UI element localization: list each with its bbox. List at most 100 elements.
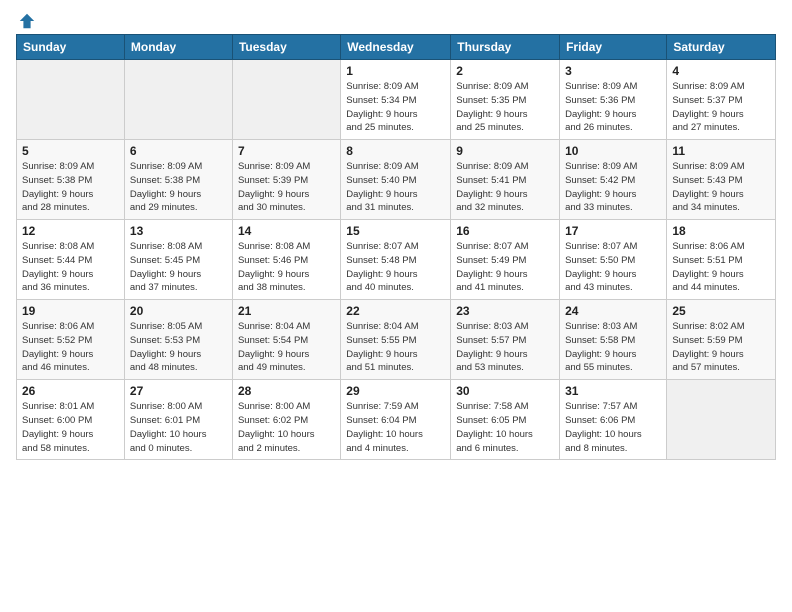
day-number: 5 <box>22 144 119 158</box>
day-info: Sunrise: 8:03 AMSunset: 5:57 PMDaylight:… <box>456 320 554 375</box>
calendar-cell: 23 Sunrise: 8:03 AMSunset: 5:57 PMDayligh… <box>451 300 560 380</box>
day-info: Sunrise: 8:07 AMSunset: 5:48 PMDaylight:… <box>346 240 445 295</box>
day-number: 8 <box>346 144 445 158</box>
day-info: Sunrise: 8:06 AMSunset: 5:51 PMDaylight:… <box>672 240 770 295</box>
calendar-week-row: 1 Sunrise: 8:09 AMSunset: 5:34 PMDaylight… <box>17 60 776 140</box>
day-number: 26 <box>22 384 119 398</box>
calendar-week-row: 26 Sunrise: 8:01 AMSunset: 6:00 PMDayligh… <box>17 380 776 460</box>
day-header: Monday <box>124 35 232 60</box>
day-info: Sunrise: 8:09 AMSunset: 5:41 PMDaylight:… <box>456 160 554 215</box>
day-number: 18 <box>672 224 770 238</box>
day-info: Sunrise: 8:00 AMSunset: 6:01 PMDaylight:… <box>130 400 227 455</box>
calendar-cell: 3 Sunrise: 8:09 AMSunset: 5:36 PMDaylight… <box>560 60 667 140</box>
calendar-cell: 8 Sunrise: 8:09 AMSunset: 5:40 PMDaylight… <box>341 140 451 220</box>
calendar-cell: 4 Sunrise: 8:09 AMSunset: 5:37 PMDaylight… <box>667 60 776 140</box>
calendar-cell: 9Sunrise: 8:09 AMSunset: 5:41 PMDaylight… <box>451 140 560 220</box>
day-info: Sunrise: 8:04 AMSunset: 5:55 PMDaylight:… <box>346 320 445 375</box>
day-info: Sunrise: 8:09 AMSunset: 5:37 PMDaylight:… <box>672 80 770 135</box>
calendar-cell: 19 Sunrise: 8:06 AMSunset: 5:52 PMDayligh… <box>17 300 125 380</box>
day-info: Sunrise: 8:06 AMSunset: 5:52 PMDaylight:… <box>22 320 119 375</box>
calendar-cell: 15Sunrise: 8:07 AMSunset: 5:48 PMDayligh… <box>341 220 451 300</box>
calendar-cell: 26 Sunrise: 8:01 AMSunset: 6:00 PMDayligh… <box>17 380 125 460</box>
calendar-cell: 13 Sunrise: 8:08 AMSunset: 5:45 PMDayligh… <box>124 220 232 300</box>
calendar-cell: 20Sunrise: 8:05 AMSunset: 5:53 PMDayligh… <box>124 300 232 380</box>
calendar-cell: 12 Sunrise: 8:08 AMSunset: 5:44 PMDayligh… <box>17 220 125 300</box>
day-number: 11 <box>672 144 770 158</box>
day-number: 6 <box>130 144 227 158</box>
day-header: Tuesday <box>232 35 340 60</box>
day-number: 14 <box>238 224 335 238</box>
calendar-cell: 21Sunrise: 8:04 AMSunset: 5:54 PMDayligh… <box>232 300 340 380</box>
logo <box>16 12 36 26</box>
day-header: Saturday <box>667 35 776 60</box>
day-header: Friday <box>560 35 667 60</box>
day-number: 22 <box>346 304 445 318</box>
day-info: Sunrise: 8:09 AMSunset: 5:43 PMDaylight:… <box>672 160 770 215</box>
day-number: 24 <box>565 304 661 318</box>
calendar-cell: 22 Sunrise: 8:04 AMSunset: 5:55 PMDayligh… <box>341 300 451 380</box>
day-number: 19 <box>22 304 119 318</box>
day-number: 10 <box>565 144 661 158</box>
header-row: SundayMondayTuesdayWednesdayThursdayFrid… <box>17 35 776 60</box>
calendar-cell: 18 Sunrise: 8:06 AMSunset: 5:51 PMDayligh… <box>667 220 776 300</box>
day-info: Sunrise: 7:58 AMSunset: 6:05 PMDaylight:… <box>456 400 554 455</box>
calendar-week-row: 5 Sunrise: 8:09 AMSunset: 5:38 PMDaylight… <box>17 140 776 220</box>
day-number: 29 <box>346 384 445 398</box>
day-info: Sunrise: 8:09 AMSunset: 5:38 PMDaylight:… <box>130 160 227 215</box>
day-number: 12 <box>22 224 119 238</box>
calendar-cell: 16 Sunrise: 8:07 AMSunset: 5:49 PMDayligh… <box>451 220 560 300</box>
day-number: 4 <box>672 64 770 78</box>
day-number: 3 <box>565 64 661 78</box>
page: SundayMondayTuesdayWednesdayThursdayFrid… <box>0 0 792 612</box>
calendar-cell: 29 Sunrise: 7:59 AMSunset: 6:04 PMDayligh… <box>341 380 451 460</box>
calendar-cell: 25Sunrise: 8:02 AMSunset: 5:59 PMDayligh… <box>667 300 776 380</box>
day-number: 17 <box>565 224 661 238</box>
day-info: Sunrise: 8:08 AMSunset: 5:44 PMDaylight:… <box>22 240 119 295</box>
day-info: Sunrise: 8:08 AMSunset: 5:46 PMDaylight:… <box>238 240 335 295</box>
day-number: 28 <box>238 384 335 398</box>
calendar-cell: 11 Sunrise: 8:09 AMSunset: 5:43 PMDayligh… <box>667 140 776 220</box>
calendar-cell: 24 Sunrise: 8:03 AMSunset: 5:58 PMDayligh… <box>560 300 667 380</box>
day-info: Sunrise: 8:01 AMSunset: 6:00 PMDaylight:… <box>22 400 119 455</box>
day-info: Sunrise: 8:09 AMSunset: 5:34 PMDaylight:… <box>346 80 445 135</box>
calendar-cell: 2Sunrise: 8:09 AMSunset: 5:35 PMDaylight… <box>451 60 560 140</box>
calendar-cell: 1 Sunrise: 8:09 AMSunset: 5:34 PMDaylight… <box>341 60 451 140</box>
day-info: Sunrise: 8:00 AMSunset: 6:02 PMDaylight:… <box>238 400 335 455</box>
day-info: Sunrise: 8:09 AMSunset: 5:38 PMDaylight:… <box>22 160 119 215</box>
day-number: 30 <box>456 384 554 398</box>
day-info: Sunrise: 8:09 AMSunset: 5:36 PMDaylight:… <box>565 80 661 135</box>
calendar-cell: 10 Sunrise: 8:09 AMSunset: 5:42 PMDayligh… <box>560 140 667 220</box>
calendar-cell: 17 Sunrise: 8:07 AMSunset: 5:50 PMDayligh… <box>560 220 667 300</box>
calendar-cell: 27 Sunrise: 8:00 AMSunset: 6:01 PMDayligh… <box>124 380 232 460</box>
day-info: Sunrise: 8:03 AMSunset: 5:58 PMDaylight:… <box>565 320 661 375</box>
day-info: Sunrise: 7:59 AMSunset: 6:04 PMDaylight:… <box>346 400 445 455</box>
logo-text <box>16 12 36 30</box>
calendar-week-row: 12 Sunrise: 8:08 AMSunset: 5:44 PMDayligh… <box>17 220 776 300</box>
calendar-cell: 6 Sunrise: 8:09 AMSunset: 5:38 PMDaylight… <box>124 140 232 220</box>
calendar-cell: 31Sunrise: 7:57 AMSunset: 6:06 PMDayligh… <box>560 380 667 460</box>
day-number: 1 <box>346 64 445 78</box>
day-info: Sunrise: 8:07 AMSunset: 5:50 PMDaylight:… <box>565 240 661 295</box>
day-number: 7 <box>238 144 335 158</box>
logo-icon <box>18 12 36 30</box>
day-info: Sunrise: 8:09 AMSunset: 5:39 PMDaylight:… <box>238 160 335 215</box>
day-number: 23 <box>456 304 554 318</box>
calendar-cell: 5 Sunrise: 8:09 AMSunset: 5:38 PMDaylight… <box>17 140 125 220</box>
calendar-cell: 30 Sunrise: 7:58 AMSunset: 6:05 PMDayligh… <box>451 380 560 460</box>
calendar-week-row: 19 Sunrise: 8:06 AMSunset: 5:52 PMDayligh… <box>17 300 776 380</box>
day-number: 13 <box>130 224 227 238</box>
day-info: Sunrise: 8:05 AMSunset: 5:53 PMDaylight:… <box>130 320 227 375</box>
day-number: 16 <box>456 224 554 238</box>
day-number: 25 <box>672 304 770 318</box>
day-info: Sunrise: 8:09 AMSunset: 5:40 PMDaylight:… <box>346 160 445 215</box>
day-number: 27 <box>130 384 227 398</box>
calendar-cell <box>124 60 232 140</box>
day-info: Sunrise: 8:09 AMSunset: 5:35 PMDaylight:… <box>456 80 554 135</box>
calendar-cell: 14 Sunrise: 8:08 AMSunset: 5:46 PMDayligh… <box>232 220 340 300</box>
header <box>16 12 776 26</box>
day-info: Sunrise: 8:07 AMSunset: 5:49 PMDaylight:… <box>456 240 554 295</box>
day-info: Sunrise: 8:08 AMSunset: 5:45 PMDaylight:… <box>130 240 227 295</box>
calendar-cell <box>17 60 125 140</box>
day-info: Sunrise: 8:09 AMSunset: 5:42 PMDaylight:… <box>565 160 661 215</box>
calendar-cell: 28 Sunrise: 8:00 AMSunset: 6:02 PMDayligh… <box>232 380 340 460</box>
